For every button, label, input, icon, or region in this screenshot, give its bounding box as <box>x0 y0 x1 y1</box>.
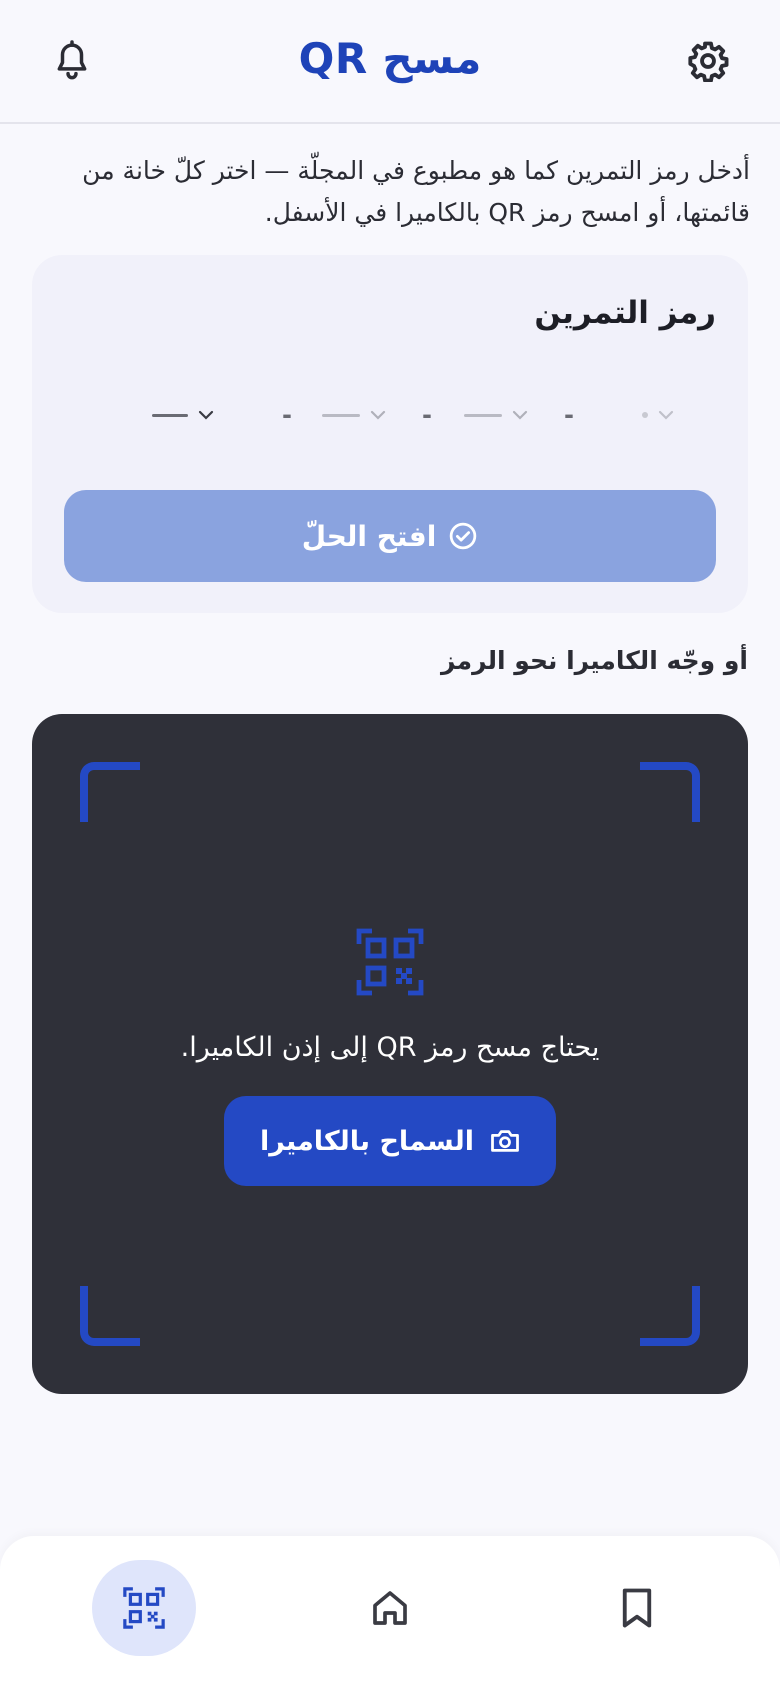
settings-button[interactable] <box>683 36 733 86</box>
nav-item-saved[interactable] <box>585 1560 689 1656</box>
check-circle-icon <box>450 522 477 550</box>
home-icon <box>373 1591 407 1625</box>
exercise-code-card: رمز التمرين - - - افتح الحلّ <box>32 255 748 613</box>
code-slot-select[interactable] <box>642 395 674 435</box>
camera-section-label: أو وجّه الكاميرا نحو الرمز <box>441 646 748 675</box>
chevron-down-icon <box>370 410 386 420</box>
chevron-down-icon <box>198 410 214 420</box>
slot-separator: - <box>282 401 292 429</box>
qr-code-icon <box>356 928 424 996</box>
open-solution-button[interactable]: افتح الحلّ <box>64 490 716 582</box>
code-slot-select[interactable] <box>152 395 214 435</box>
slot-placeholder <box>322 413 360 417</box>
code-slot-select[interactable] <box>464 395 528 435</box>
open-solution-label: افتح الحلّ <box>301 519 437 553</box>
allow-camera-button[interactable]: السماح بالكاميرا <box>224 1096 556 1186</box>
chevron-down-icon <box>658 410 674 420</box>
gear-icon <box>688 41 729 82</box>
viewfinder-corner <box>80 1286 140 1346</box>
bookmark-icon <box>622 1588 652 1628</box>
nav-item-home[interactable] <box>338 1560 442 1656</box>
slot-separator: - <box>564 401 574 429</box>
viewfinder-corner <box>640 762 700 822</box>
page-title: مسح QR <box>298 34 482 83</box>
chevron-down-icon <box>512 410 528 420</box>
code-slots: - - - <box>112 395 692 435</box>
viewfinder-corner <box>80 762 140 822</box>
qr-code-icon <box>123 1587 165 1629</box>
app-header: مسح QR <box>0 0 780 124</box>
bottom-navigation <box>0 1536 780 1688</box>
slot-separator: - <box>422 401 432 429</box>
qr-scan-screen: مسح QR أدخل رمز التمرين كما هو مطبوع في … <box>0 0 780 1688</box>
slot-placeholder <box>152 413 188 417</box>
camera-icon <box>491 1130 519 1152</box>
nav-item-qr-scan[interactable] <box>92 1560 196 1656</box>
camera-viewfinder: يحتاج مسح رمز QR إلى إذن الكاميرا. السما… <box>32 714 748 1394</box>
instructions-text: أدخل رمز التمرين كما هو مطبوع في المجلّة… <box>82 156 750 227</box>
slot-placeholder <box>464 413 502 417</box>
card-title: رمز التمرين <box>534 295 716 331</box>
viewfinder-corner <box>640 1286 700 1346</box>
slot-placeholder <box>642 412 648 418</box>
allow-camera-label: السماح بالكاميرا <box>260 1125 475 1157</box>
camera-permission-message: يحتاج مسح رمز QR إلى إذن الكاميرا. <box>180 1032 600 1063</box>
code-slot-select[interactable] <box>322 395 386 435</box>
